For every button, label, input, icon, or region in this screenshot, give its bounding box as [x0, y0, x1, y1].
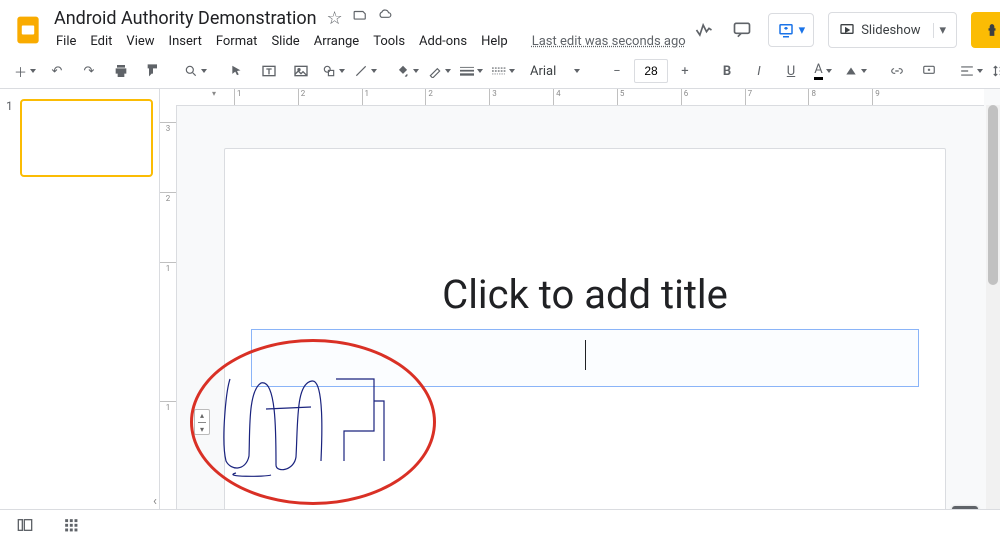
highlight-color-button[interactable] — [840, 58, 870, 84]
menu-arrange[interactable]: Arrange — [308, 31, 365, 52]
redo-button[interactable]: ↷ — [74, 58, 104, 84]
menu-bar: File Edit View Insert Format Slide Arran… — [50, 31, 692, 54]
horizontal-ruler[interactable]: ▾ 1 2 1 2 3 4 5 6 7 8 9 — [186, 89, 984, 106]
toolbar: ＋ ↶ ↷ Arial − + B I U A — [0, 54, 1000, 89]
star-icon[interactable]: ☆ — [327, 8, 343, 29]
panel-scroll-arrow-icon[interactable]: ‹ — [148, 494, 162, 508]
title-bar: Android Authority Demonstration ☆ File E… — [0, 0, 1000, 54]
insert-link-button[interactable] — [882, 58, 912, 84]
menu-addons[interactable]: Add-ons — [413, 31, 473, 52]
vertical-scrollbar[interactable] — [986, 105, 1000, 540]
menu-insert[interactable]: Insert — [163, 31, 208, 52]
vertical-ruler[interactable]: 3 2 1 1 — [160, 105, 177, 540]
thumbnail-number: 1 — [6, 99, 16, 177]
bold-button[interactable]: B — [712, 58, 742, 84]
slideshow-button[interactable]: Slideshow ▾ — [828, 12, 957, 48]
fill-color-button[interactable] — [392, 58, 422, 84]
font-family-select[interactable]: Arial — [530, 64, 590, 79]
underline-button[interactable]: U — [776, 58, 806, 84]
workspace: 1 ▾ 1 2 1 2 3 4 5 6 7 8 9 3 2 — [0, 89, 1000, 540]
menu-help[interactable]: Help — [475, 31, 514, 52]
canvas-area[interactable]: ▾ 1 2 1 2 3 4 5 6 7 8 9 3 2 1 1 — [160, 89, 1000, 540]
text-color-button[interactable]: A — [808, 58, 838, 84]
italic-button[interactable]: I — [744, 58, 774, 84]
font-size-input[interactable] — [634, 59, 668, 83]
font-size-control: − + — [602, 58, 700, 84]
slideshow-caret-icon[interactable]: ▾ — [933, 23, 947, 38]
move-icon[interactable] — [353, 8, 367, 29]
font-size-increase[interactable]: + — [670, 58, 700, 84]
menu-format[interactable]: Format — [210, 31, 264, 52]
cloud-status-icon[interactable] — [377, 8, 393, 29]
font-size-decrease[interactable]: − — [602, 58, 632, 84]
menu-tools[interactable]: Tools — [367, 31, 411, 52]
title-placeholder-text: Click to add title — [442, 271, 728, 318]
zoom-button[interactable] — [180, 58, 210, 84]
ruler-corner — [160, 89, 187, 106]
image-tool[interactable] — [286, 58, 316, 84]
filmstrip-view-button[interactable] — [10, 512, 40, 538]
slide-thumbnail[interactable] — [20, 99, 153, 177]
text-cursor — [585, 340, 586, 370]
status-bar — [0, 509, 1000, 540]
present-dropdown[interactable]: ▾ — [768, 13, 815, 47]
menu-view[interactable]: View — [120, 31, 160, 52]
slideshow-label: Slideshow — [861, 23, 920, 38]
ruler-indent-marker[interactable]: ▴▾ — [194, 409, 210, 435]
slides-logo[interactable] — [12, 12, 44, 48]
new-slide-button[interactable]: ＋ — [10, 58, 40, 84]
line-tool[interactable] — [350, 58, 380, 84]
insert-comment-button[interactable] — [914, 58, 944, 84]
last-edit-status[interactable]: Last edit was seconds ago — [526, 31, 692, 52]
border-dash-button[interactable] — [488, 58, 518, 84]
textbox-tool[interactable] — [254, 58, 284, 84]
print-button[interactable] — [106, 58, 136, 84]
shape-tool[interactable] — [318, 58, 348, 84]
select-tool[interactable] — [222, 58, 252, 84]
subtitle-textbox-selected[interactable] — [251, 329, 919, 387]
paint-format-button[interactable] — [138, 58, 168, 84]
line-spacing-button[interactable] — [988, 58, 1000, 84]
document-title[interactable]: Android Authority Demonstration — [54, 8, 317, 29]
menu-edit[interactable]: Edit — [84, 31, 118, 52]
grid-view-button[interactable] — [56, 512, 86, 538]
title-placeholder[interactable]: Click to add title — [251, 257, 919, 331]
border-weight-button[interactable] — [456, 58, 486, 84]
slide-canvas[interactable]: Click to add title — [225, 149, 945, 540]
share-button[interactable]: Share — [971, 12, 1000, 48]
border-color-button[interactable] — [424, 58, 454, 84]
slide-thumbnail-panel: 1 — [0, 89, 160, 540]
comments-icon[interactable] — [730, 18, 754, 42]
undo-button[interactable]: ↶ — [42, 58, 72, 84]
activity-icon[interactable] — [692, 18, 716, 42]
menu-file[interactable]: File — [50, 31, 82, 52]
menu-slide[interactable]: Slide — [265, 31, 305, 52]
align-button[interactable] — [956, 58, 986, 84]
